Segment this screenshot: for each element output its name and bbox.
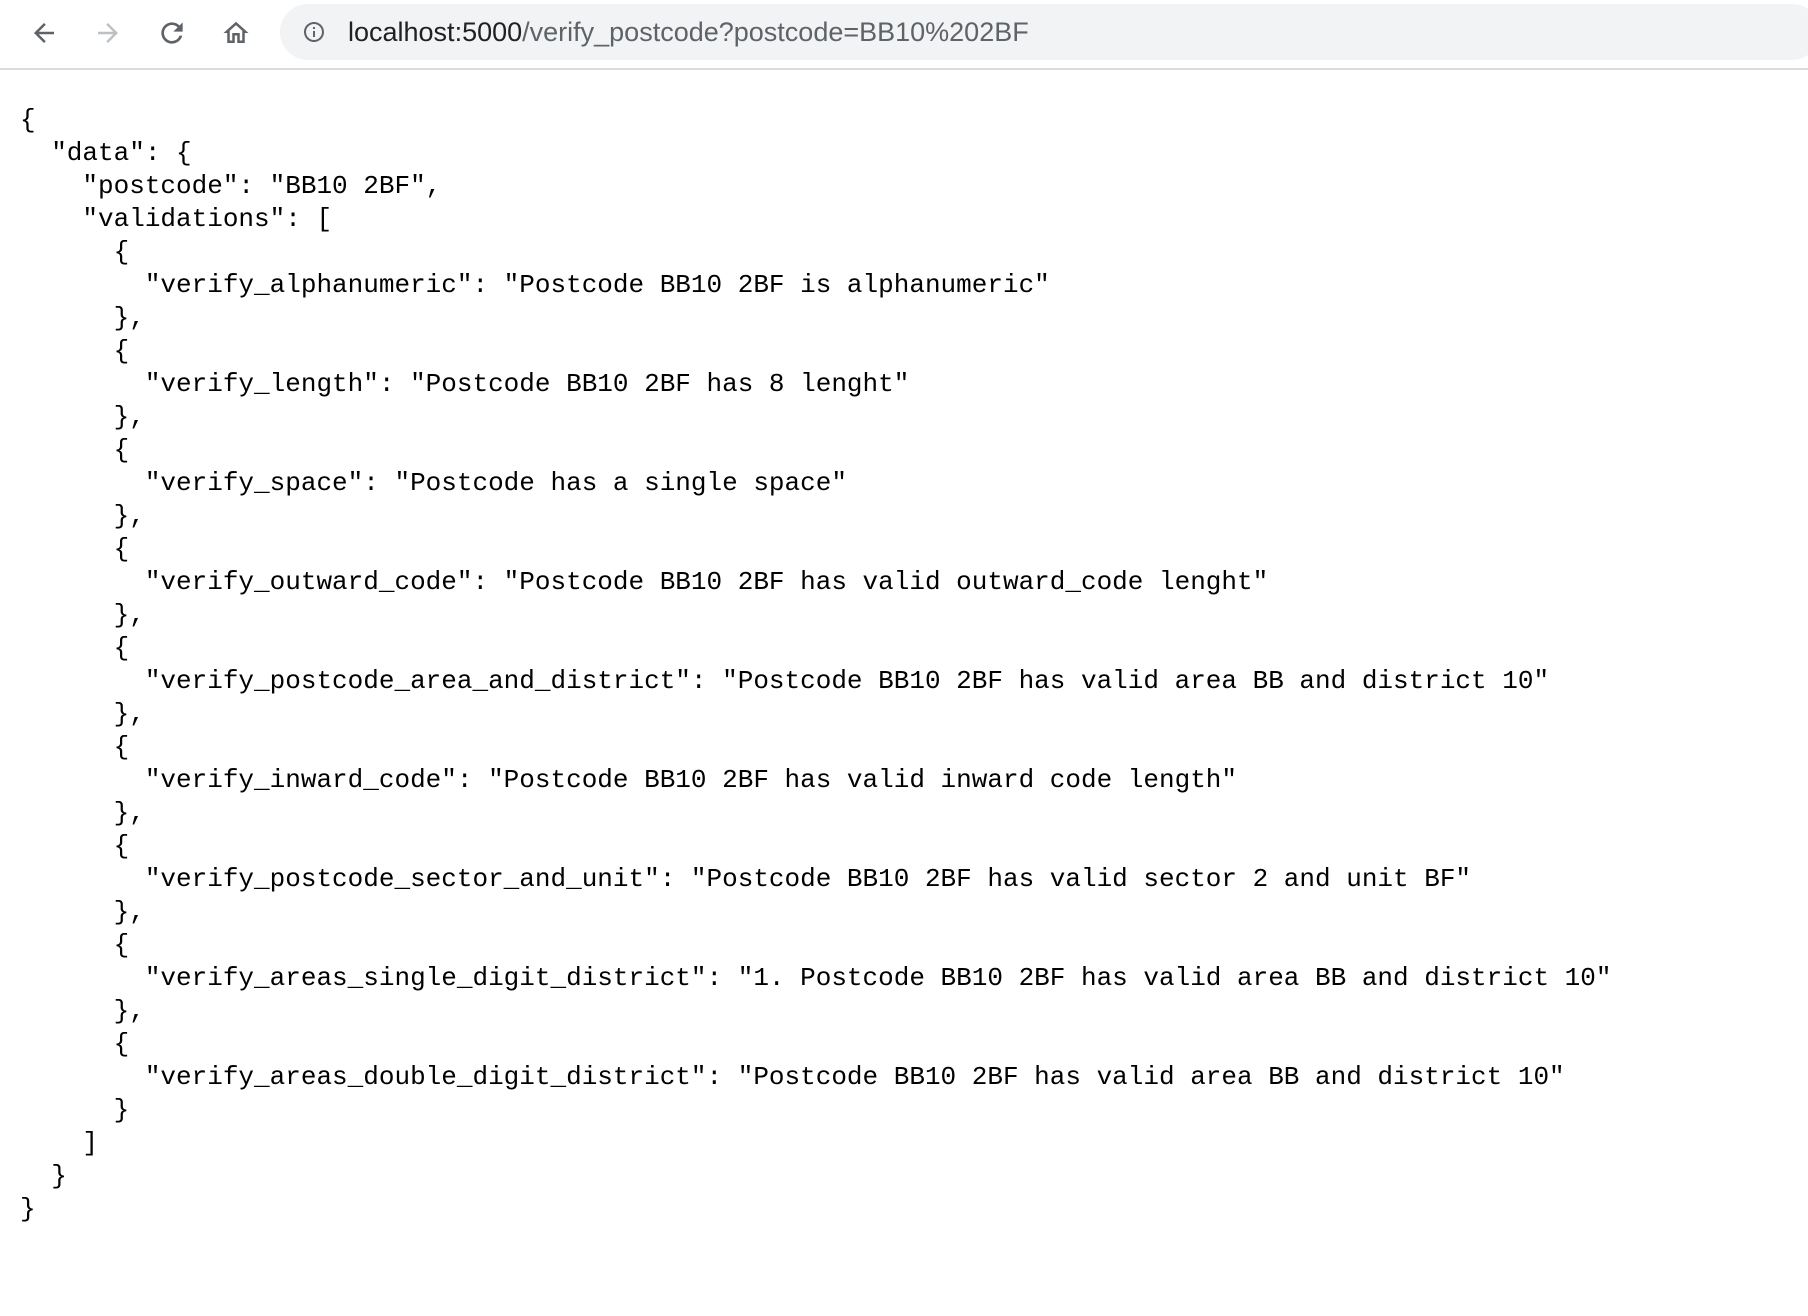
arrow-left-icon [34, 23, 54, 43]
reload-button[interactable] [148, 9, 196, 57]
url-path: /verify_postcode?postcode=BB10%202BF [522, 17, 1029, 47]
json-line: "verify_inward_code": "Postcode BB10 2BF… [20, 765, 1237, 795]
json-line: { [20, 633, 130, 663]
json-line: "verify_areas_double_digit_district": "P… [20, 1062, 1565, 1092]
json-line: "verify_length": "Postcode BB10 2BF has … [20, 369, 910, 399]
json-line: "verify_postcode_sector_and_unit": "Post… [20, 864, 1472, 894]
json-line: "verify_postcode_area_and_district": "Po… [20, 666, 1550, 696]
json-line: }, [20, 501, 145, 531]
arrow-right-icon [98, 23, 118, 43]
json-line: }, [20, 303, 145, 333]
json-line: { [20, 930, 130, 960]
back-button[interactable] [20, 9, 68, 57]
json-line: { [20, 105, 36, 135]
json-line: ] [20, 1128, 99, 1158]
address-bar[interactable]: localhost:5000/verify_postcode?postcode=… [280, 4, 1808, 60]
json-line: "data": { [20, 138, 192, 168]
json-line: "verify_areas_single_digit_district": "1… [20, 963, 1612, 993]
json-line: }, [20, 600, 145, 630]
json-line: { [20, 534, 130, 564]
json-line: { [20, 336, 130, 366]
json-line: "verify_space": "Postcode has a single s… [20, 468, 847, 498]
browser-toolbar: localhost:5000/verify_postcode?postcode=… [0, 0, 1808, 70]
json-line: } [20, 1194, 36, 1224]
json-line: }, [20, 798, 145, 828]
json-line: }, [20, 699, 145, 729]
json-line: { [20, 237, 130, 267]
json-line: }, [20, 897, 145, 927]
reload-icon [161, 22, 183, 44]
info-circle-icon[interactable] [302, 20, 326, 44]
json-line: { [20, 435, 130, 465]
json-line: "postcode": "BB10 2BF", [20, 171, 442, 201]
json-response: { "data": { "postcode": "BB10 2BF", "val… [20, 104, 1611, 1226]
json-line: { [20, 1029, 130, 1059]
json-line: }, [20, 402, 145, 432]
url-text[interactable]: localhost:5000/verify_postcode?postcode=… [348, 4, 1029, 60]
json-line: } [20, 1095, 130, 1125]
url-host: localhost:5000 [348, 17, 523, 47]
home-button[interactable] [212, 9, 260, 57]
json-line: "validations": [ [20, 204, 333, 234]
json-line: { [20, 831, 130, 861]
json-line: } [20, 1161, 67, 1191]
json-line: { [20, 732, 130, 762]
json-line: }, [20, 996, 145, 1026]
home-icon [223, 21, 249, 43]
json-line: "verify_outward_code": "Postcode BB10 2B… [20, 567, 1269, 597]
forward-button[interactable] [84, 9, 132, 57]
json-line: "verify_alphanumeric": "Postcode BB10 2B… [20, 270, 1050, 300]
